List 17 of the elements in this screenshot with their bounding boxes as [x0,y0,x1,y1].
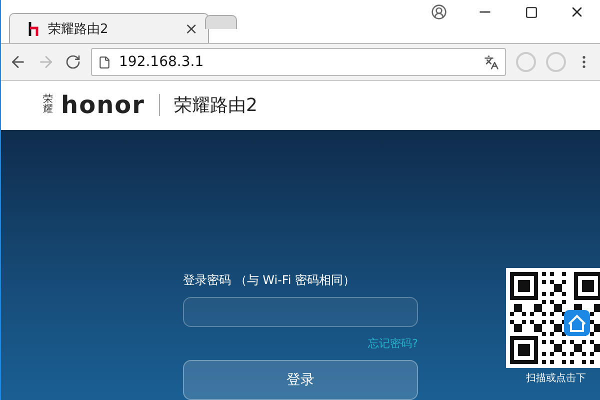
tab-title: 荣耀路由2 [48,20,110,38]
profile-icon[interactable] [431,4,447,20]
logo-mark: 荣耀 [43,95,53,116]
page-icon [98,56,111,69]
tab-favicon-icon [28,22,40,36]
page-title: 荣耀路由2 [174,94,258,118]
reload-icon[interactable] [65,54,81,70]
address-bar[interactable]: 192.168.3.1 [91,48,506,76]
login-button[interactable]: 登录 [183,360,418,400]
url-text: 192.168.3.1 [119,54,205,70]
qr-caption: 扫描或点击下 [526,372,586,386]
tab-close-button[interactable]: × [184,19,198,38]
password-label: 登录密码 （与 Wi-Fi 密码相同） [183,272,356,290]
translate-icon[interactable] [484,54,499,70]
browser-tab[interactable]: 荣耀路由2 × [9,13,209,44]
logo-text: honor [61,91,145,120]
maximize-icon[interactable] [524,6,538,18]
